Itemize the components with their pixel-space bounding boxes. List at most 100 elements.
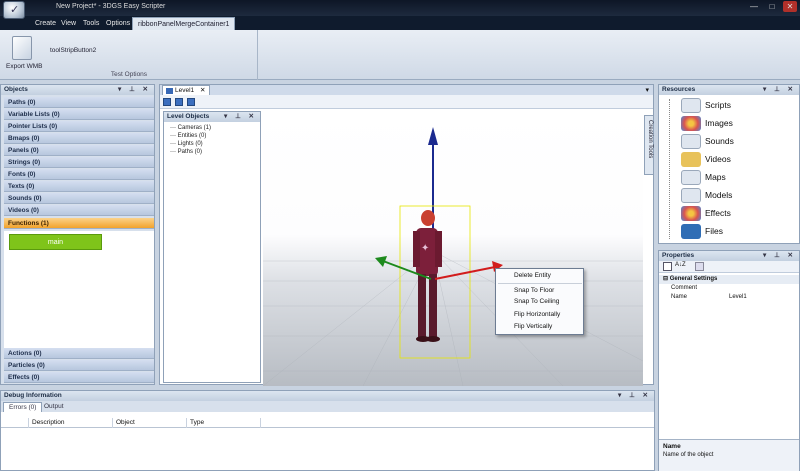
tab-level1[interactable]: Level1 ✕	[162, 85, 210, 95]
resource-models[interactable]: Models	[681, 187, 791, 204]
document-toolbar	[160, 95, 653, 109]
resource-files[interactable]: Files	[681, 223, 791, 240]
menu-item-snap-to-floor[interactable]: Snap To Floor	[514, 287, 554, 294]
tab-options[interactable]: Options	[101, 17, 135, 30]
properties-toolbar: A↓Z	[659, 261, 799, 273]
panel-controls-icon[interactable]: ▾ ⊥ ✕	[224, 112, 257, 122]
property-value[interactable]: Level1	[729, 293, 747, 302]
objects-item-variable-lists[interactable]: Variable Lists (0)	[4, 109, 154, 120]
resource-scripts[interactable]: Scripts	[681, 97, 791, 114]
objects-item-panels[interactable]: Panels (0)	[4, 145, 154, 156]
ribbon-group-caption: Test Options	[110, 71, 148, 78]
tab-dropdown-icon[interactable]: ▾	[645, 86, 649, 94]
models-icon	[681, 188, 701, 203]
categorized-icon[interactable]	[663, 262, 672, 271]
objects-item-functions[interactable]: Functions (1)	[4, 218, 154, 229]
menu-item-snap-to-ceiling[interactable]: Snap To Ceiling	[514, 298, 559, 305]
resource-effects-label: Effects	[705, 208, 731, 218]
resource-maps[interactable]: Maps	[681, 169, 791, 186]
objects-panel: Objects ▾ ⊥ ✕ Paths (0) Variable Lists (…	[0, 84, 155, 385]
ribbon-tab-bar: Create View Tools Options ribbonPanelMer…	[0, 16, 800, 30]
description-text: Name of the object	[663, 452, 714, 458]
level-objects-panel: Level Objects ▾ ⊥ ✕ Cameras (1) Entities…	[163, 111, 261, 383]
app-menu-button[interactable]	[3, 1, 25, 19]
save-icon[interactable]	[163, 98, 171, 106]
creation-tools-tab[interactable]: Creation Tools	[644, 115, 654, 175]
column-blank[interactable]	[1, 418, 29, 428]
objects-panel-title: Objects	[4, 86, 28, 93]
property-pages-icon[interactable]	[695, 262, 704, 271]
objects-item-actions[interactable]: Actions (0)	[4, 348, 154, 359]
floor-grid	[263, 250, 643, 386]
character-model[interactable]: ✦	[413, 210, 442, 342]
resources-title: Resources	[662, 86, 696, 93]
minimize-button[interactable]: —	[747, 1, 761, 12]
maps-icon	[681, 170, 701, 185]
property-row-name[interactable]: Name Level1	[659, 293, 799, 302]
maximize-button[interactable]: □	[765, 1, 779, 12]
panel-controls-icon[interactable]: ▾ ⊥ ✕	[618, 391, 651, 401]
tree-item-lights[interactable]: Lights (0)	[170, 141, 203, 147]
resource-maps-label: Maps	[705, 172, 726, 182]
objects-item-pointer-lists[interactable]: Pointer Lists (0)	[4, 121, 154, 132]
column-description[interactable]: Description	[29, 418, 113, 428]
tree-connector	[669, 99, 670, 239]
ribbon-group: Export WMB toolStripButton2 Test Options	[0, 30, 258, 80]
resource-sounds[interactable]: Sounds	[681, 133, 791, 150]
export-wmb-icon[interactable]	[12, 36, 32, 60]
objects-item-effects[interactable]: Effects (0)	[4, 372, 154, 383]
function-main[interactable]: main	[9, 234, 102, 250]
tab-ribbon-panel[interactable]: ribbonPanelMergeContainer1	[132, 17, 236, 30]
menu-item-flip-horizontally[interactable]: Flip Horizontally	[514, 311, 560, 318]
property-category[interactable]: ⊟ General Settings	[659, 275, 799, 284]
objects-item-paths[interactable]: Paths (0)	[4, 97, 154, 108]
objects-item-bmaps[interactable]: Bmaps (0)	[4, 133, 154, 144]
tab-close-icon[interactable]: ✕	[200, 87, 205, 94]
resource-effects[interactable]: Effects	[681, 205, 791, 222]
tab-output[interactable]: Output	[39, 402, 69, 412]
tree-item-cameras[interactable]: Cameras (1)	[170, 125, 211, 131]
sounds-icon	[681, 134, 701, 149]
property-row-comment[interactable]: Comment	[659, 284, 799, 293]
resource-scripts-label: Scripts	[705, 100, 731, 110]
properties-header: Properties ▾ ⊥ ✕	[659, 251, 799, 261]
x-axis-gizmo[interactable]	[434, 266, 496, 280]
objects-item-strings[interactable]: Strings (0)	[4, 157, 154, 168]
menu-item-flip-vertically[interactable]: Flip Vertically	[514, 323, 552, 330]
y-axis-arrow[interactable]	[428, 127, 438, 145]
resource-images[interactable]: Images	[681, 115, 791, 132]
panel-controls-icon[interactable]: ▾ ⊥ ✕	[763, 251, 796, 261]
document-area: Level1 ✕ ▾ Level Objects ▾ ⊥ ✕ Cameras (…	[159, 84, 654, 386]
toolstrip-button[interactable]: toolStripButton2	[50, 47, 96, 54]
objects-item-sounds[interactable]: Sounds (0)	[4, 193, 154, 204]
objects-item-texts[interactable]: Texts (0)	[4, 181, 154, 192]
sort-alpha-icon[interactable]: A↓Z	[675, 262, 686, 268]
collapse-icon[interactable]: ⊟	[663, 276, 670, 282]
3d-viewport[interactable]: ✦	[263, 111, 643, 386]
debug-header: Debug Information ▾ ⊥ ✕	[1, 391, 654, 401]
export-icon[interactable]	[187, 98, 195, 106]
close-button[interactable]: ✕	[783, 1, 797, 12]
document-tab-bar: Level1 ✕ ▾	[160, 85, 653, 95]
scripts-icon	[681, 98, 701, 113]
tree-item-entities[interactable]: Entities (0)	[170, 133, 207, 139]
panel-controls-icon[interactable]: ▾ ⊥ ✕	[118, 85, 151, 95]
resources-panel: Resources ▾ ⊥ ✕ Scripts Images Sounds Vi…	[658, 84, 800, 244]
resource-images-label: Images	[705, 118, 733, 128]
column-type[interactable]: Type	[187, 418, 261, 428]
tab-errors[interactable]: Errors (0)	[3, 402, 43, 412]
column-object[interactable]: Object	[113, 418, 187, 428]
resource-videos[interactable]: Videos	[681, 151, 791, 168]
tree-item-paths[interactable]: Paths (0)	[170, 149, 202, 155]
export-wmb-button[interactable]: Export WMB	[6, 63, 42, 70]
debug-title: Debug Information	[4, 392, 62, 399]
functions-list: main	[4, 231, 154, 353]
objects-item-particles[interactable]: Particles (0)	[4, 360, 154, 371]
panel-controls-icon[interactable]: ▾ ⊥ ✕	[763, 85, 796, 95]
objects-item-videos[interactable]: Videos (0)	[4, 205, 154, 216]
title-bar: New Project* - 3DGS Easy Scripter — □ ✕	[0, 0, 800, 16]
save-all-icon[interactable]	[175, 98, 183, 106]
window-title: New Project* - 3DGS Easy Scripter	[56, 3, 166, 10]
menu-item-delete-entity[interactable]: Delete Entity	[514, 272, 551, 279]
objects-item-fonts[interactable]: Fonts (0)	[4, 169, 154, 180]
